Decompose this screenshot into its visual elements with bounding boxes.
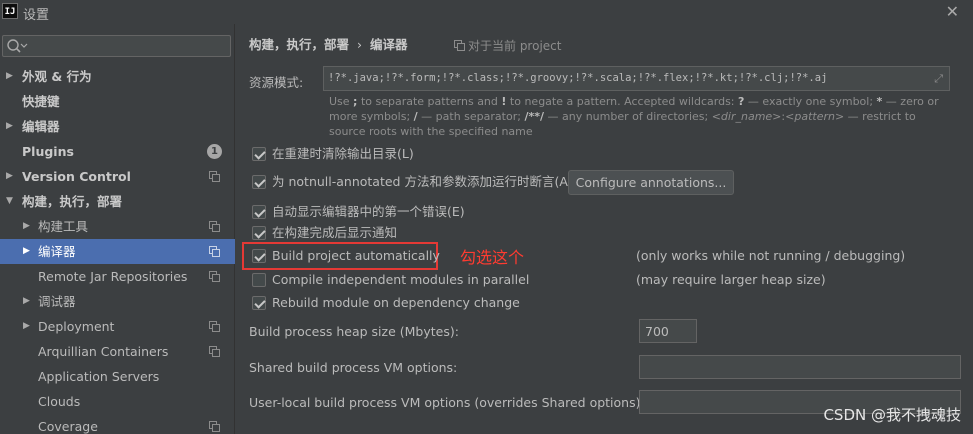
- chevron-down-icon[interactable]: ▼: [6, 189, 16, 214]
- resource-patterns-hint: Use ; to separate patterns and ! to nega…: [329, 95, 939, 138]
- user-vm-options-label: User-local build process VM options (ove…: [249, 395, 645, 410]
- project-scope-note: 对于当前 project: [454, 37, 561, 54]
- title-bar: IJ 设置 ✕: [0, 0, 973, 24]
- compile-parallel-checkbox[interactable]: [252, 273, 266, 287]
- build-automatically-note: (only works while not running / debuggin…: [636, 248, 906, 263]
- sidebar-item-label: 编辑器: [22, 119, 60, 134]
- rebuild-dependency-label: Rebuild module on dependency change: [272, 295, 520, 310]
- sidebar-item-label: Arquillian Containers: [38, 344, 169, 359]
- notnull-assertions-label: 为 notnull-annotated 方法和参数添加运行时断言(A): [272, 174, 573, 189]
- resource-patterns-field[interactable]: !?*.java;!?*.form;!?*.class;!?*.groovy;!…: [323, 66, 950, 91]
- project-scope-icon: [209, 321, 220, 332]
- sidebar-item-label: Application Servers: [38, 369, 160, 384]
- sidebar-item-application-servers[interactable]: Application Servers: [0, 364, 235, 389]
- sidebar-item-label: 构建工具: [38, 219, 89, 234]
- chevron-right-icon[interactable]: ▶: [23, 314, 33, 339]
- sidebar-item-label: 构建，执行，部署: [22, 194, 123, 209]
- resource-patterns-label: 资源模式:: [249, 75, 304, 90]
- breadcrumb-current: 编译器: [370, 37, 408, 52]
- sidebar-item-clouds[interactable]: Clouds: [0, 389, 235, 414]
- sidebar-item-build-tools[interactable]: ▶ 构建工具: [0, 214, 235, 239]
- project-scope-icon: [209, 346, 220, 357]
- sidebar-item-label: 调试器: [38, 294, 76, 309]
- project-scope-icon: [209, 221, 220, 232]
- sidebar-item-coverage[interactable]: Coverage: [0, 414, 235, 434]
- chevron-right-icon[interactable]: ▶: [6, 164, 16, 189]
- expand-icon[interactable]: ⤢: [934, 72, 943, 86]
- shared-vm-options-label: Shared build process VM options:: [249, 360, 458, 375]
- sidebar-item-label: 编译器: [38, 244, 76, 259]
- compile-parallel-note: (may require larger heap size): [636, 272, 826, 287]
- compiler-settings-panel: 构建，执行，部署 › 编译器 对于当前 project 资源模式: !?*.java…: [236, 24, 973, 434]
- sidebar-item-build-execution-deployment[interactable]: ▼ 构建，执行，部署: [0, 189, 235, 214]
- sidebar-item-label: Coverage: [38, 419, 98, 434]
- clear-output-checkbox[interactable]: [252, 147, 266, 161]
- chevron-right-icon[interactable]: ▶: [23, 239, 33, 264]
- window-title: 设置: [23, 8, 50, 23]
- chevron-right-icon[interactable]: ▶: [6, 64, 16, 89]
- annotation-text: 勾选这个: [460, 248, 525, 267]
- breadcrumb-parent: 构建，执行，部署: [249, 37, 350, 52]
- compile-parallel-label: Compile independent modules in parallel: [272, 272, 530, 287]
- sidebar-item-label: Deployment: [38, 319, 115, 334]
- sidebar-item-version-control[interactable]: ▶ Version Control: [0, 164, 235, 189]
- settings-sidebar: ▶ 外观 & 行为 快捷键 ▶ 编辑器 Plugins 1 ▶ Version …: [0, 24, 235, 434]
- project-scope-icon: [454, 40, 465, 51]
- notnull-assertions-checkbox[interactable]: [252, 175, 266, 189]
- build-notification-label: 在构建完成后显示通知: [272, 225, 398, 240]
- build-notification-checkbox[interactable]: [252, 226, 266, 240]
- sidebar-item-appearance[interactable]: ▶ 外观 & 行为: [0, 64, 235, 89]
- chevron-right-icon[interactable]: ▶: [23, 214, 33, 239]
- settings-search[interactable]: [2, 35, 231, 57]
- sidebar-item-remote-jar-repositories[interactable]: Remote Jar Repositories: [0, 264, 235, 289]
- project-scope-label: 对于当前 project: [468, 39, 562, 53]
- shared-vm-options-input[interactable]: [639, 355, 961, 379]
- rebuild-dependency-checkbox[interactable]: [252, 296, 266, 310]
- intellij-logo-icon: IJ: [2, 3, 18, 19]
- project-scope-icon: [209, 271, 220, 282]
- search-icon: [7, 39, 28, 53]
- heap-size-input[interactable]: [639, 319, 697, 343]
- resource-patterns-value: !?*.java;!?*.form;!?*.class;!?*.groovy;!…: [328, 72, 828, 84]
- sidebar-item-compiler[interactable]: ▶ 编译器: [0, 239, 235, 264]
- build-automatically-checkbox[interactable]: [252, 249, 266, 263]
- sidebar-item-label: Remote Jar Repositories: [38, 269, 188, 284]
- sidebar-item-deployment[interactable]: ▶ Deployment: [0, 314, 235, 339]
- sidebar-item-arquillian-containers[interactable]: Arquillian Containers: [0, 339, 235, 364]
- close-icon[interactable]: ✕: [946, 2, 959, 21]
- watermark: CSDN @我不拽魂技: [823, 406, 961, 424]
- auto-show-error-label: 自动显示编辑器中的第一个错误(E): [272, 204, 465, 219]
- sidebar-item-label: 外观 & 行为: [22, 69, 92, 84]
- sidebar-item-label: 快捷键: [22, 94, 60, 109]
- heap-size-label: Build process heap size (Mbytes):: [249, 324, 459, 339]
- update-count-badge: 1: [207, 144, 222, 159]
- chevron-right-icon[interactable]: ▶: [6, 114, 16, 139]
- configure-annotations-button[interactable]: Configure annotations...: [568, 170, 734, 195]
- breadcrumb-separator: ›: [357, 37, 363, 52]
- sidebar-item-label: Plugins: [22, 144, 74, 159]
- clear-output-label: 在重建时清除输出目录(L): [272, 146, 414, 161]
- breadcrumb: 构建，执行，部署 › 编译器: [249, 34, 408, 52]
- project-scope-icon: [209, 246, 220, 257]
- project-scope-icon: [209, 171, 220, 182]
- project-scope-icon: [209, 421, 220, 432]
- chevron-right-icon[interactable]: ▶: [23, 289, 33, 314]
- sidebar-item-label: Version Control: [22, 169, 131, 184]
- sidebar-item-editor[interactable]: ▶ 编辑器: [0, 114, 235, 139]
- search-input[interactable]: [29, 38, 224, 54]
- settings-tree: ▶ 外观 & 行为 快捷键 ▶ 编辑器 Plugins 1 ▶ Version …: [0, 64, 235, 434]
- sidebar-item-keymap[interactable]: 快捷键: [0, 89, 235, 114]
- build-automatically-label: Build project automatically: [272, 248, 440, 263]
- sidebar-item-label: Clouds: [38, 394, 81, 409]
- sidebar-item-plugins[interactable]: Plugins 1: [0, 139, 235, 164]
- sidebar-item-debugger[interactable]: ▶ 调试器: [0, 289, 235, 314]
- auto-show-error-checkbox[interactable]: [252, 205, 266, 219]
